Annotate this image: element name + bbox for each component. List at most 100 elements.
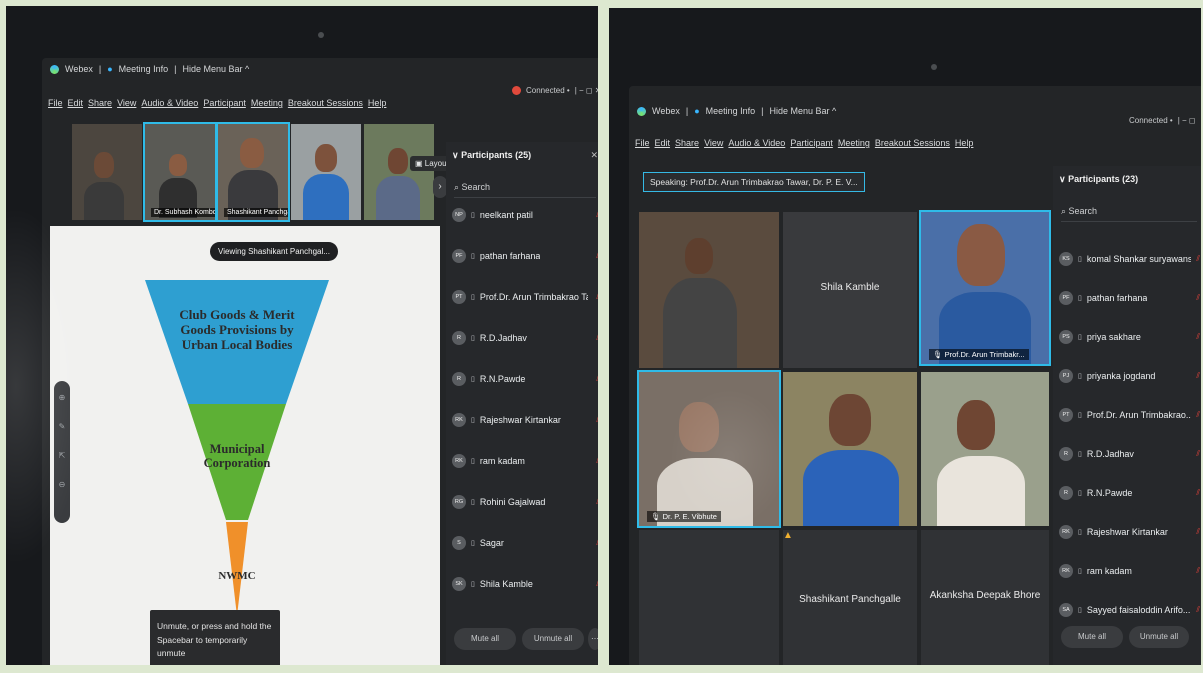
zoom-in-icon[interactable]: ⊕ [59,393,66,402]
muted-icon[interactable]: ⫽ [596,456,598,466]
chevron-right-icon[interactable]: › [433,176,447,198]
muted-icon[interactable]: ⫽ [596,538,598,548]
zoom-out-icon[interactable]: ⊖ [59,480,66,489]
menu-audio-video[interactable]: Audio & Video [141,98,198,108]
video-tile[interactable] [639,530,779,665]
video-thumb[interactable]: Dr. Subhash Kombde [143,122,217,222]
muted-icon[interactable]: ⫽ [596,579,598,589]
participant-row[interactable]: RK ▯ Rajeshwar Kirtankar [452,413,561,427]
meeting-info-button[interactable]: Meeting Info [119,64,169,74]
mute-all-button[interactable]: Mute all [454,628,516,650]
participant-row[interactable]: PJ ▯ priyanka jogdand [1059,369,1155,383]
muted-icon[interactable]: ⫽ [1196,371,1200,381]
participants-search[interactable]: ⌕ Search [1061,206,1197,222]
info-icon: ● [107,64,113,74]
participant-row[interactable]: KS ▯ komal Shankar suryawanshi [1059,252,1191,266]
muted-icon[interactable]: ⫽ [1196,566,1200,576]
muted-icon[interactable]: ⫽ [1196,410,1200,420]
chevron-down-icon[interactable]: ∨ [1059,174,1068,184]
muted-icon[interactable]: ⫽ [596,415,598,425]
muted-icon[interactable]: ⫽ [1196,293,1200,303]
menu-view[interactable]: View [117,98,136,108]
menu-meeting[interactable]: Meeting [838,138,870,148]
participant-row[interactable]: PF ▯ pathan farhana [452,249,540,263]
muted-icon[interactable]: ⫽ [596,497,598,507]
menu-breakout-sessions[interactable]: Breakout Sessions [288,98,363,108]
video-thumb[interactable] [291,124,361,220]
participants-search[interactable]: ⌕ Search [454,182,596,198]
muted-icon[interactable]: ⫽ [1196,488,1200,498]
participant-row[interactable]: PS ▯ priya sakhare [1059,330,1141,344]
video-thumb[interactable] [364,124,434,220]
menu-participant[interactable]: Participant [790,138,833,148]
participant-row[interactable]: RK ▯ ram kadam [1059,564,1132,578]
menu-participant[interactable]: Participant [203,98,246,108]
menu-meeting[interactable]: Meeting [251,98,283,108]
participant-row[interactable]: S ▯ Sagar [452,536,504,550]
muted-icon[interactable]: ⫽ [596,210,598,220]
muted-icon[interactable]: ⫽ [1196,254,1200,264]
video-tile[interactable]: Shila Kamble [783,212,917,368]
menu-audio-video[interactable]: Audio & Video [728,138,785,148]
connection-status[interactable]: Connected • | − ◻ [1129,116,1196,125]
menu-breakout-sessions[interactable]: Breakout Sessions [875,138,950,148]
video-thumb[interactable] [72,124,142,220]
window-controls[interactable]: | − ◻ [1178,116,1196,125]
participant-row[interactable]: NP ▯ neelkant patil [452,208,533,222]
mute-all-button[interactable]: Mute all [1061,626,1123,648]
participant-avatar: S [452,536,466,550]
video-tile[interactable] [783,372,917,526]
video-tile[interactable] [921,372,1049,526]
muted-icon[interactable]: ⫽ [596,333,598,343]
muted-icon[interactable]: ⫽ [1196,332,1200,342]
chevron-down-icon[interactable]: ∨ [452,150,461,160]
hide-menu-bar-button[interactable]: Hide Menu Bar ^ [183,64,250,74]
participant-row[interactable]: RK ▯ Rajeshwar Kirtankar [1059,525,1168,539]
muted-icon[interactable]: ⫽ [596,374,598,384]
video-tile[interactable]: 🎙︎ Dr. P. E. Vibhute [637,370,781,528]
video-tile[interactable]: Shashikant Panchgalle [783,530,917,665]
menu-file[interactable]: File [48,98,63,108]
unmute-all-button[interactable]: Unmute all [522,628,584,650]
menu-help[interactable]: Help [368,98,387,108]
video-tile[interactable]: 🎙︎ Prof.Dr. Arun Trimbakr... [919,210,1051,366]
more-options-icon[interactable]: ⋯ [588,628,598,650]
participant-row[interactable]: PT ▯ Prof.Dr. Arun Trimbakrao Tawar [452,290,588,304]
muted-icon[interactable]: ⫽ [1196,449,1200,459]
hide-menu-bar-button[interactable]: Hide Menu Bar ^ [770,106,837,116]
close-icon[interactable]: ✕ [590,150,598,161]
video-tile[interactable]: Akanksha Deepak Bhore [921,530,1049,665]
muted-icon[interactable]: ⫽ [596,251,598,261]
participant-row[interactable]: R ▯ R.D.Jadhav [1059,447,1134,461]
connection-status[interactable]: Connected • | − ◻ ✕ [512,86,598,95]
participant-row[interactable]: SK ▯ Shila Kamble [452,577,533,591]
menu-edit[interactable]: Edit [68,98,84,108]
muted-icon[interactable]: ⫽ [1196,605,1200,615]
video-thumb[interactable]: Shashikant Panchgalle [216,122,290,222]
menu-help[interactable]: Help [955,138,974,148]
participant-row[interactable]: PT ▯ Prof.Dr. Arun Trimbakrao... [1059,408,1191,422]
viewing-badge[interactable]: Viewing Shashikant Panchgal... [210,242,338,261]
pointer-icon[interactable]: ⇱ [59,451,66,460]
participant-row[interactable]: R ▯ R.N.Pawde [1059,486,1132,500]
participant-row[interactable]: PF ▯ pathan farhana [1059,291,1147,305]
muted-icon[interactable]: ⫽ [596,292,598,302]
muted-icon[interactable]: ⫽ [1196,527,1200,537]
unmute-all-button[interactable]: Unmute all [1129,626,1189,648]
mic-icon: ▯ [1078,568,1082,575]
menu-edit[interactable]: Edit [655,138,671,148]
participant-row[interactable]: R ▯ R.N.Pawde [452,372,525,386]
menu-view[interactable]: View [704,138,723,148]
video-tile[interactable] [639,212,779,368]
participant-row[interactable]: RK ▯ ram kadam [452,454,525,468]
meeting-info-button[interactable]: Meeting Info [706,106,756,116]
participant-row[interactable]: SA ▯ Sayyed faisaloddin Arifo... [1059,603,1190,617]
menu-share[interactable]: Share [88,98,112,108]
participant-avatar: PF [1059,291,1073,305]
window-controls[interactable]: | − ◻ ✕ [575,86,598,95]
participant-row[interactable]: R ▯ R.D.Jadhav [452,331,527,345]
menu-share[interactable]: Share [675,138,699,148]
pen-icon[interactable]: ✎ [59,422,66,431]
participant-row[interactable]: RG ▯ Rohini Gajalwad [452,495,545,509]
menu-file[interactable]: File [635,138,650,148]
